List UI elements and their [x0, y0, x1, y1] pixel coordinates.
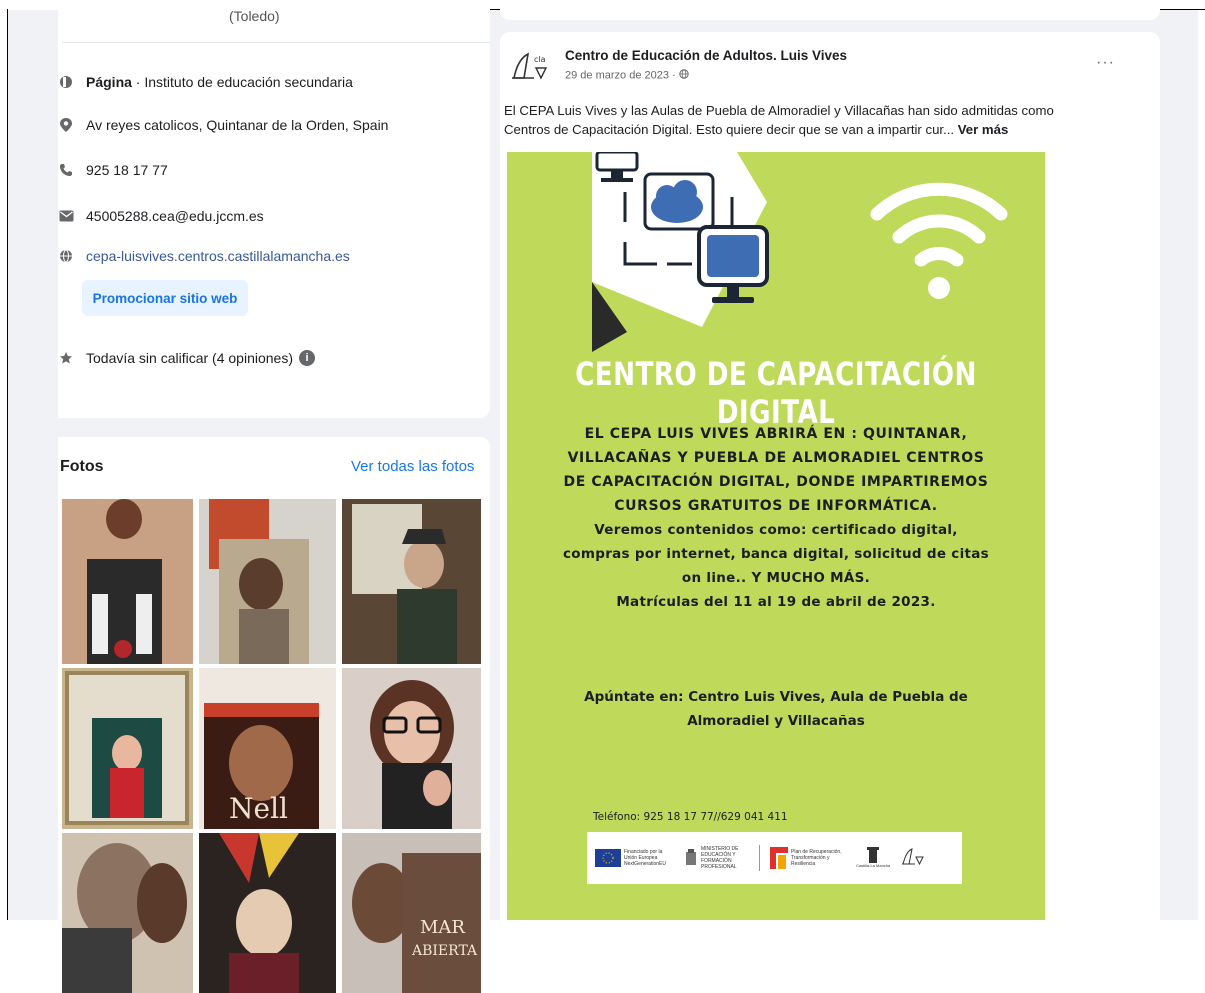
recovery-plan-logo: Plan de Recuperación, Transformación y R… [770, 847, 846, 869]
logo-divider [759, 845, 760, 871]
ministry-logo: MINISTERIO DE EDUCACIÓN Y FORMACIÓN PROF… [684, 846, 749, 870]
see-more-link[interactable]: Ver más [958, 122, 1009, 137]
location-suffix: (Toledo) [229, 8, 280, 24]
photo-thumbnail[interactable] [342, 668, 481, 829]
previous-post-card [500, 0, 1160, 20]
svg-text:cla: cla [534, 55, 546, 64]
globe-privacy-icon [679, 69, 689, 82]
svg-text:MAR: MAR [420, 917, 465, 938]
poster-line: Veremos contenidos como: certificado dig… [594, 522, 958, 538]
promote-website-button[interactable]: Promocionar sitio web [82, 280, 248, 316]
globe-icon [58, 248, 74, 264]
poster-line: Matrículas del 11 al 19 de abril de 2023… [616, 594, 936, 610]
page-icon [58, 74, 74, 90]
photo-thumbnail[interactable] [199, 499, 336, 664]
photo-thumbnail[interactable] [62, 833, 193, 993]
eu-logo: Financiado por la Unión Europea NextGene… [595, 849, 666, 867]
svg-text:ABIERTA: ABIERTA [411, 943, 478, 959]
poster-line: on line.. Y MUCHO MÁS. [681, 570, 871, 586]
funding-logos: Financiado por la Unión Europea NextGene… [587, 832, 962, 884]
email-row[interactable]: 45005288.cea@edu.jccm.es [58, 208, 264, 224]
more-options-icon[interactable]: ··· [1096, 54, 1115, 72]
poster-line: DE CAPACITACIÓN DIGITAL, DONDE IMPARTIRE… [563, 474, 989, 490]
poster-signup-line: Almoradiel y Villacañas [687, 713, 865, 729]
poster-signup-line: Apúntate en: Centro Luis Vives, Aula de … [584, 689, 968, 705]
frame-border-left [7, 9, 8, 920]
photos-grid: Nell MAR ABIERTA [62, 499, 481, 993]
poster-line: compras por internet, banca digital, sol… [562, 546, 990, 562]
poster-line: VILLACAÑAS Y PUEBLA DE ALMORADIEL CENTRO… [567, 450, 985, 466]
rating-text: Todavía sin calificar (4 opiniones) [86, 350, 293, 366]
email-text: 45005288.cea@edu.jccm.es [86, 208, 264, 224]
website-row[interactable]: cepa-luisvives.centros.castillalamancha.… [58, 248, 350, 264]
svg-text:Nell: Nell [229, 792, 288, 825]
star-icon [58, 350, 74, 366]
post-image[interactable]: CENTRO DE CAPACITACIÓN DIGITAL EL CEPA L… [507, 152, 1045, 920]
region-logo: Castilla-La Mancha [856, 847, 890, 869]
page-type-row: Página · Instituto de educación secundar… [58, 74, 353, 90]
photo-thumbnail[interactable]: MAR ABIERTA [342, 833, 481, 993]
phone-text: 925 18 17 77 [86, 162, 168, 178]
poster-phone: Teléfono: 925 18 17 77//629 041 411 [593, 811, 788, 823]
address-row[interactable]: Av reyes catolicos, Quintanar de la Orde… [58, 117, 388, 133]
photo-thumbnail[interactable]: Nell [199, 668, 336, 829]
page-type-value: · Instituto de educación secundaria [131, 74, 353, 90]
post-page-name[interactable]: Centro de Educación de Adultos. Luis Viv… [565, 48, 847, 63]
photo-thumbnail[interactable] [62, 668, 193, 829]
page-avatar[interactable]: cla [508, 48, 552, 84]
photo-thumbnail[interactable] [199, 833, 336, 993]
see-all-photos-link[interactable]: Ver todas las fotos [351, 458, 474, 475]
wifi-icon [870, 182, 1008, 267]
photo-thumbnail[interactable] [342, 499, 481, 664]
phone-row[interactable]: 925 18 17 77 [58, 162, 168, 178]
address-text: Av reyes catolicos, Quintanar de la Orde… [86, 117, 389, 133]
info-icon[interactable]: i [299, 350, 315, 366]
poster-line: CURSOS GRATUITOS DE INFORMÁTICA. [614, 498, 938, 514]
post-date-text: 29 de marzo de 2023 · [565, 69, 679, 82]
poster-line: EL CEPA LUIS VIVES ABRIRÁ EN : QUINTANAR… [584, 426, 968, 442]
photo-thumbnail[interactable] [62, 499, 193, 664]
poster-illustration [592, 152, 1008, 352]
post-text: El CEPA Luis Vives y las Aulas de Puebla… [504, 101, 1094, 139]
email-icon [58, 208, 74, 224]
page-type-label: Página [86, 74, 132, 90]
phone-icon [58, 162, 74, 178]
post-date[interactable]: 29 de marzo de 2023 · [565, 69, 689, 82]
photos-title: Fotos [60, 458, 104, 475]
cepa-logo [900, 846, 926, 871]
poster-body: EL CEPA LUIS VIVES ABRIRÁ EN : QUINTANAR… [507, 422, 1045, 614]
location-icon [58, 117, 74, 133]
website-link[interactable]: cepa-luisvives.centros.castillalamancha.… [86, 248, 350, 264]
poster-signup: Apúntate en: Centro Luis Vives, Aula de … [507, 685, 1045, 733]
about-divider [62, 42, 490, 43]
rating-row: Todavía sin calificar (4 opiniones) i [58, 350, 315, 366]
poster-title: CENTRO DE CAPACITACIÓN DIGITAL [575, 355, 977, 431]
